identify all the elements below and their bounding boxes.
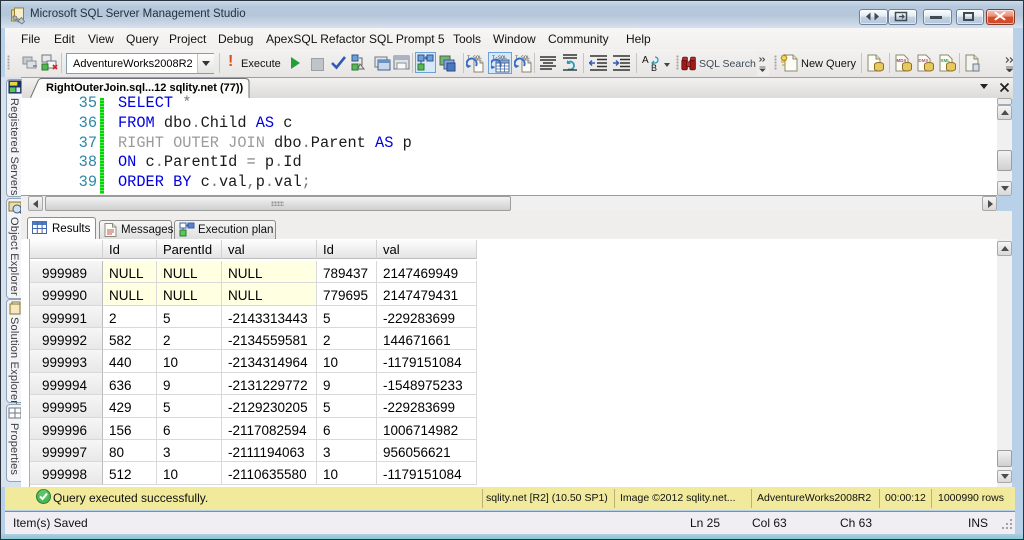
svg-text:A: A (642, 55, 649, 66)
